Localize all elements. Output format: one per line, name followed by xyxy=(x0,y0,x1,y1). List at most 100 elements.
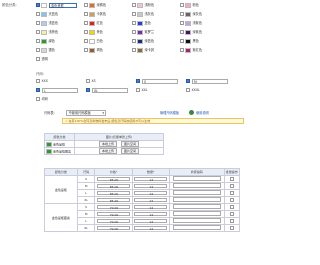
color-checkbox[interactable] xyxy=(36,12,40,16)
size-name-input[interactable]: L xyxy=(41,87,78,93)
color-option-transparent[interactable]: 透明 xyxy=(36,56,48,62)
color-option[interactable]: 深灰色 xyxy=(180,11,202,17)
color-option[interactable]: 深橘色 xyxy=(84,2,106,8)
sku-batch-checkbox[interactable] xyxy=(230,226,234,230)
color-checkbox[interactable] xyxy=(180,21,184,25)
color-option[interactable]: 深蓝色 xyxy=(132,38,154,44)
color-option[interactable]: 蓝色 xyxy=(132,20,151,26)
sku-code-input[interactable] xyxy=(172,176,221,181)
size-option[interactable]: XXS xyxy=(36,78,48,84)
sku-batch-checkbox[interactable] xyxy=(230,177,234,181)
size-name-input[interactable]: S xyxy=(141,78,178,84)
sku-price-input[interactable]: 85.00 xyxy=(97,197,130,202)
color-checkbox[interactable] xyxy=(132,12,136,16)
color-checkbox[interactable] xyxy=(84,3,88,7)
sku-qty-input[interactable]: 14 xyxy=(134,197,168,202)
size-name-input[interactable]: M xyxy=(191,78,228,84)
color-checkbox[interactable] xyxy=(36,57,40,61)
color-option[interactable]: 深紫色 xyxy=(180,29,202,35)
color-option[interactable]: 紫罗兰 xyxy=(132,29,154,35)
size-option[interactable]: XXXL xyxy=(186,87,200,93)
size-checkbox[interactable] xyxy=(186,79,190,83)
color-option[interactable]: 深卡其 xyxy=(132,47,154,53)
color-checkbox[interactable] xyxy=(84,30,88,34)
help-link[interactable]: 使用说明 xyxy=(196,110,209,116)
color-checkbox[interactable] xyxy=(84,39,88,43)
sku-price-input[interactable]: 79.00 xyxy=(97,211,130,216)
sku-qty-input[interactable]: 14 xyxy=(134,218,168,223)
sku-price-input[interactable]: 85.00 xyxy=(97,183,130,188)
size-option[interactable]: XXL xyxy=(136,87,148,93)
color-checkbox[interactable] xyxy=(132,21,136,25)
color-option[interactable]: 褐色 xyxy=(84,47,103,53)
sku-price-input[interactable]: 85.00 xyxy=(97,176,130,181)
sku-code-input[interactable] xyxy=(172,218,221,223)
size-option-onesize[interactable]: 均码 xyxy=(36,96,48,102)
sku-price-input[interactable]: 79.00 xyxy=(97,218,130,223)
color-option[interactable]: 浅黄色 xyxy=(36,29,58,35)
size-checkbox[interactable] xyxy=(186,88,190,92)
color-checkbox[interactable] xyxy=(36,48,40,52)
size-option[interactable]: XL xyxy=(86,87,128,93)
sku-batch-checkbox[interactable] xyxy=(230,191,234,195)
size-table-select[interactable]: 不使用尺码模板 ▾ xyxy=(66,110,106,116)
color-option[interactable]: 绿色 xyxy=(36,38,55,44)
color-checkbox[interactable] xyxy=(180,30,184,34)
sku-qty-input[interactable]: 14 xyxy=(134,225,168,230)
color-checkbox[interactable] xyxy=(132,30,136,34)
size-name-input[interactable]: XL xyxy=(91,87,128,93)
color-option[interactable]: 黄色 xyxy=(84,29,103,35)
size-checkbox[interactable] xyxy=(86,79,90,83)
color-checkbox[interactable] xyxy=(132,39,136,43)
sku-price-input[interactable]: 79.00 xyxy=(97,204,130,209)
color-name-input[interactable]: 金色呈框 xyxy=(48,2,77,8)
color-checkbox[interactable] xyxy=(180,3,184,7)
sku-price-input[interactable]: 85.00 xyxy=(97,190,130,195)
sku-price-input[interactable]: 79.00 xyxy=(97,225,130,230)
color-option[interactable]: 卡其色 xyxy=(84,11,106,17)
color-checkbox[interactable] xyxy=(36,21,40,25)
sku-code-input[interactable] xyxy=(172,204,221,209)
sku-qty-input[interactable]: 13 xyxy=(134,176,168,181)
sku-batch-checkbox[interactable] xyxy=(230,198,234,202)
color-checkbox[interactable] xyxy=(132,48,136,52)
sku-qty-input[interactable]: 14 xyxy=(134,204,168,209)
color-option[interactable]: 黑色 xyxy=(180,38,199,44)
sku-code-input[interactable] xyxy=(172,197,221,202)
color-checkbox[interactable] xyxy=(180,12,184,16)
color-option[interactable]: 紫红色 xyxy=(180,47,202,53)
color-checkbox[interactable] xyxy=(84,12,88,16)
local-upload-button[interactable]: 本地上传 xyxy=(99,148,118,154)
size-option[interactable]: M xyxy=(186,78,228,84)
color-checkbox[interactable] xyxy=(36,3,40,7)
sku-qty-input[interactable]: 14 xyxy=(134,211,168,216)
color-option[interactable]: 金色呈框 xyxy=(36,2,77,8)
sku-batch-checkbox[interactable] xyxy=(230,212,234,216)
color-checkbox[interactable] xyxy=(180,48,184,52)
color-option[interactable]: 浅蓝色 xyxy=(36,20,58,26)
size-option[interactable]: L xyxy=(36,87,78,93)
sku-batch-checkbox[interactable] xyxy=(230,219,234,223)
color-checkbox[interactable] xyxy=(84,21,88,25)
size-checkbox[interactable] xyxy=(36,88,40,92)
color-checkbox[interactable] xyxy=(180,39,184,43)
size-option[interactable]: S xyxy=(136,78,178,84)
color-checkbox[interactable] xyxy=(132,3,136,7)
size-checkbox[interactable] xyxy=(136,79,140,83)
color-checkbox[interactable] xyxy=(36,39,40,43)
size-checkbox[interactable] xyxy=(36,97,40,101)
image-space-button[interactable]: 图片空间 xyxy=(120,148,139,154)
color-option[interactable]: 银色 xyxy=(36,47,55,53)
size-checkbox[interactable] xyxy=(136,88,140,92)
manage-template-link[interactable]: 管理尺码模板 xyxy=(160,110,179,116)
image-space-button[interactable]: 图片空间 xyxy=(120,141,139,147)
color-option[interactable]: 浅灰色 xyxy=(132,11,154,17)
sku-code-input[interactable] xyxy=(172,211,221,216)
sku-code-input[interactable] xyxy=(172,225,221,230)
sku-qty-input[interactable]: 14 xyxy=(134,183,168,188)
color-checkbox[interactable] xyxy=(36,30,40,34)
color-option[interactable]: 浅粉色 xyxy=(132,2,154,8)
size-checkbox[interactable] xyxy=(36,79,40,83)
color-option[interactable]: 浅紫色 xyxy=(180,20,202,26)
color-option[interactable]: 白色 xyxy=(84,38,103,44)
